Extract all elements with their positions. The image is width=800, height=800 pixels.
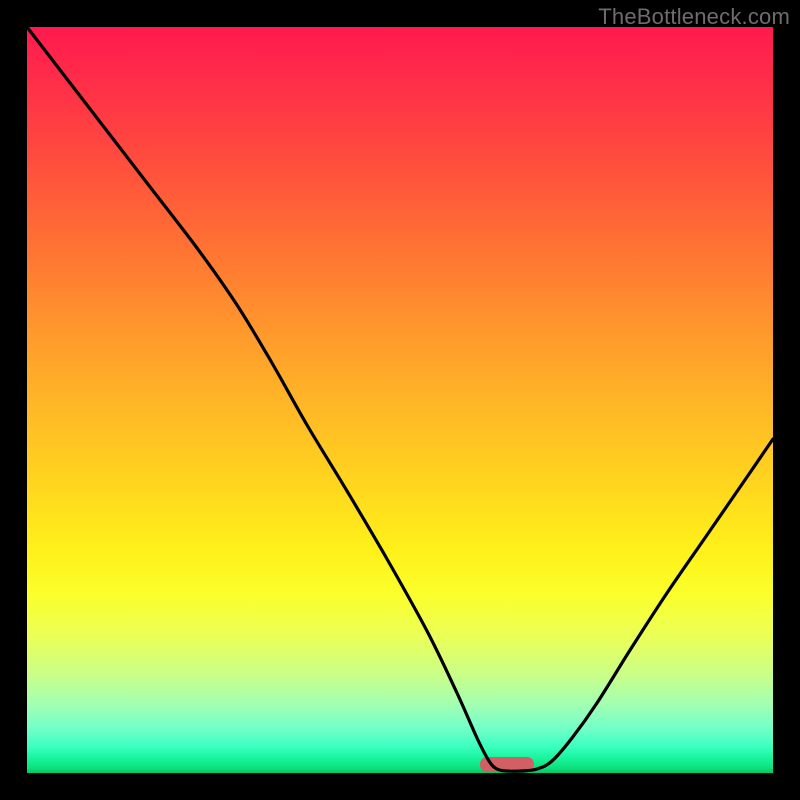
curve-svg (27, 27, 773, 773)
plot-area (27, 27, 773, 773)
chart-frame: TheBottleneck.com (0, 0, 800, 800)
bottleneck-curve-path (27, 27, 773, 771)
